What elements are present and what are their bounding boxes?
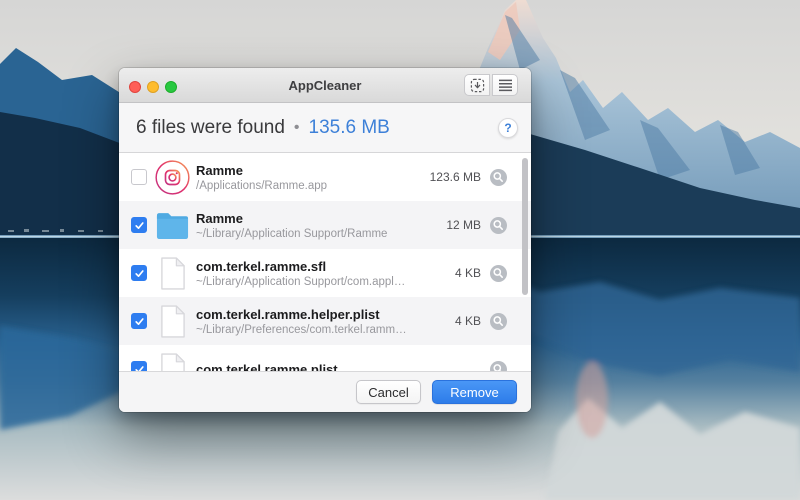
file-info: com.terkel.ramme.sfl ~/Library/Applicatio… — [196, 259, 455, 288]
magnifier-icon — [490, 216, 507, 234]
appcleaner-window: AppCleaner 6 files were found • 135.6 MB… — [119, 68, 531, 412]
list-icon — [498, 79, 512, 91]
file-size: 12 MB — [446, 218, 481, 232]
file-row: com.terkel.ramme.plist — [119, 345, 531, 371]
file-checkbox[interactable] — [131, 217, 147, 233]
file-path: /Applications/Ramme.app — [196, 179, 328, 192]
results-header: 6 files were found • 135.6 MB ? — [119, 103, 531, 153]
file-checkbox[interactable] — [131, 169, 147, 185]
file-checkbox[interactable] — [131, 313, 147, 329]
file-icon — [154, 254, 190, 292]
file-info: com.terkel.ramme.helper.plist ~/Library/P… — [196, 307, 455, 336]
file-size: 123.6 MB — [429, 170, 481, 184]
titlebar: AppCleaner — [119, 68, 531, 103]
drop-app-target-button[interactable] — [464, 74, 490, 96]
file-checkbox[interactable] — [131, 361, 147, 371]
file-name: Ramme — [196, 210, 243, 226]
files-found-summary: 6 files were found — [136, 116, 285, 138]
file-size: 4 KB — [454, 266, 481, 280]
titlebar-toolbar — [464, 74, 518, 96]
drop-app-target-icon — [470, 78, 484, 92]
file-path: ~/Library/Preferences/com.terkel.ramme.h… — [196, 323, 411, 336]
list-view-button[interactable] — [492, 74, 518, 96]
magnifier-icon — [490, 264, 507, 282]
reveal-in-finder-button[interactable] — [490, 360, 507, 371]
scrollbar-thumb[interactable] — [522, 158, 528, 295]
file-info: Ramme ~/Library/Application Support/Ramme — [196, 211, 446, 240]
footer-bar: Cancel Remove — [119, 371, 531, 412]
file-path: ~/Library/Application Support/com.apple.… — [196, 275, 411, 288]
file-row: Ramme/Applications/Ramme.app 123.6 MB — [119, 153, 531, 201]
file-icon — [154, 350, 190, 371]
file-name: Ramme — [196, 162, 243, 178]
reveal-in-finder-button[interactable] — [490, 168, 507, 186]
separator-dot: • — [293, 118, 300, 136]
file-row: com.terkel.ramme.sfl ~/Library/Applicatio… — [119, 249, 531, 297]
help-button[interactable]: ? — [498, 118, 518, 138]
file-size: 4 KB — [454, 314, 481, 328]
file-name: com.terkel.ramme.plist — [196, 361, 338, 372]
remove-button[interactable]: Remove — [432, 380, 517, 404]
reveal-in-finder-button[interactable] — [490, 216, 507, 234]
file-row: Ramme ~/Library/Application Support/Ramme… — [119, 201, 531, 249]
app-icon — [154, 158, 190, 196]
file-info: Ramme/Applications/Ramme.app — [196, 163, 430, 192]
file-icon — [154, 302, 190, 340]
reveal-in-finder-button[interactable] — [490, 312, 507, 330]
magnifier-icon — [490, 360, 507, 371]
file-list: Ramme/Applications/Ramme.app 123.6 MB Ramm… — [119, 153, 531, 371]
file-info: com.terkel.ramme.plist — [196, 362, 481, 372]
total-size: 135.6 MB — [308, 116, 390, 138]
magnifier-icon — [490, 168, 507, 186]
magnifier-icon — [490, 312, 507, 330]
file-name: com.terkel.ramme.sfl — [196, 258, 327, 274]
file-checkbox[interactable] — [131, 265, 147, 281]
file-name: com.terkel.ramme.helper.plist — [196, 306, 380, 322]
folder-icon — [154, 206, 190, 244]
cancel-button[interactable]: Cancel — [356, 380, 421, 404]
file-path: ~/Library/Application Support/Ramme — [196, 227, 388, 240]
reveal-in-finder-button[interactable] — [490, 264, 507, 282]
file-row: com.terkel.ramme.helper.plist ~/Library/P… — [119, 297, 531, 345]
